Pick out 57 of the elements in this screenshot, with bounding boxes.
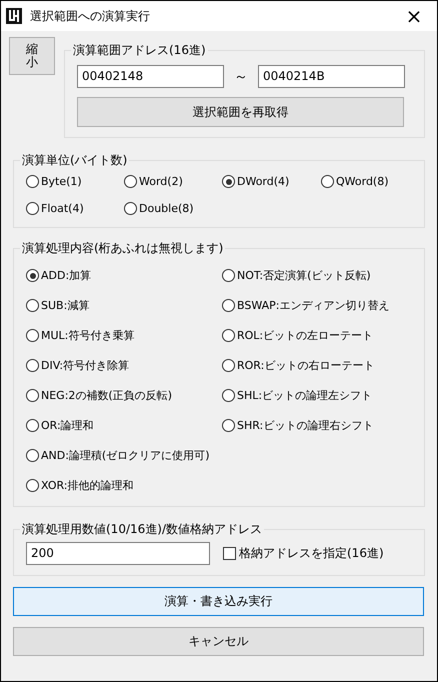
radio-button[interactable] (222, 269, 235, 282)
radio-option[interactable]: XOR:排他的論理和 (26, 475, 222, 496)
radio-option[interactable]: Float(4) (26, 198, 124, 219)
radio-option[interactable]: Byte(1) (26, 171, 124, 192)
radio-option[interactable]: Double(8) (124, 198, 222, 219)
value-field[interactable]: 200 (26, 542, 210, 565)
refetch-button[interactable]: 選択範囲を再取得 (77, 97, 404, 127)
radio-option[interactable]: ROR:ビットの右ローテート (222, 355, 412, 376)
radio-option[interactable]: NOT:否定演算(ビット反転) (222, 265, 412, 286)
radio-button[interactable] (26, 479, 39, 492)
window-title: 選択範囲への演算実行 (30, 8, 151, 24)
radio-option[interactable]: BSWAP:エンディアン切り替え (222, 295, 412, 316)
radio-button[interactable] (222, 329, 235, 342)
radio-button[interactable] (222, 359, 235, 372)
shrink-button[interactable]: 縮小 (9, 37, 55, 75)
checkbox-option[interactable]: 格納アドレスを指定(16進) (223, 545, 384, 562)
radio-option[interactable]: DWord(4) (222, 171, 321, 192)
radio-option[interactable]: OR:論理和 (26, 415, 222, 436)
radio-button[interactable] (26, 389, 39, 402)
radio-button[interactable] (222, 175, 235, 188)
close-button[interactable]: × (391, 1, 437, 31)
radio-button[interactable] (26, 202, 39, 215)
radio-option[interactable]: NEG:2の補数(正負の反転) (26, 385, 222, 406)
radio-option[interactable]: ROL:ビットの左ローテート (222, 325, 412, 346)
radio-option[interactable]: SHR:ビットの論理右シフト (222, 415, 412, 436)
radio-option[interactable]: AND:論理積(ゼロクリアに使用可) (26, 445, 222, 466)
radio-button[interactable] (26, 299, 39, 312)
radio-option[interactable]: Word(2) (124, 171, 222, 192)
radio-button[interactable] (26, 269, 39, 282)
radio-button[interactable] (124, 175, 137, 188)
radio-option[interactable]: ADD:加算 (26, 265, 222, 286)
radio-option[interactable]: SHL:ビットの論理左シフト (222, 385, 412, 406)
radio-button[interactable] (26, 419, 39, 432)
radio-button[interactable] (26, 175, 39, 188)
radio-option[interactable]: DIV:符号付き除算 (26, 355, 222, 376)
radio-button[interactable] (222, 419, 235, 432)
app-logo-icon (6, 8, 22, 24)
radio-button[interactable] (124, 202, 137, 215)
execute-button[interactable]: 演算・書き込み実行 (13, 587, 424, 616)
cancel-button[interactable]: キャンセル (13, 627, 424, 656)
radio-button[interactable] (222, 299, 235, 312)
group-label: 演算単位(バイト数) (21, 152, 128, 169)
radio-button[interactable] (321, 175, 334, 188)
radio-option[interactable]: QWord(8) (321, 171, 412, 192)
group-label: 演算処理用数値(10/16進)/数値格納アドレス (21, 521, 263, 538)
start-address-field[interactable]: 00402148 (77, 65, 224, 88)
radio-button[interactable] (26, 329, 39, 342)
radio-option[interactable]: SUB:減算 (26, 295, 222, 316)
radio-button[interactable] (26, 359, 39, 372)
checkbox[interactable] (223, 547, 236, 560)
end-address-field[interactable]: 0040214B (258, 65, 405, 88)
group-label: 演算処理内容(桁あふれは無視します) (21, 240, 224, 257)
range-separator: ～ (233, 68, 249, 86)
radio-button[interactable] (222, 389, 235, 402)
radio-button[interactable] (26, 449, 39, 462)
group-label: 演算範囲アドレス(16進) (72, 42, 207, 59)
radio-option[interactable]: MUL:符号付き乗算 (26, 325, 222, 346)
